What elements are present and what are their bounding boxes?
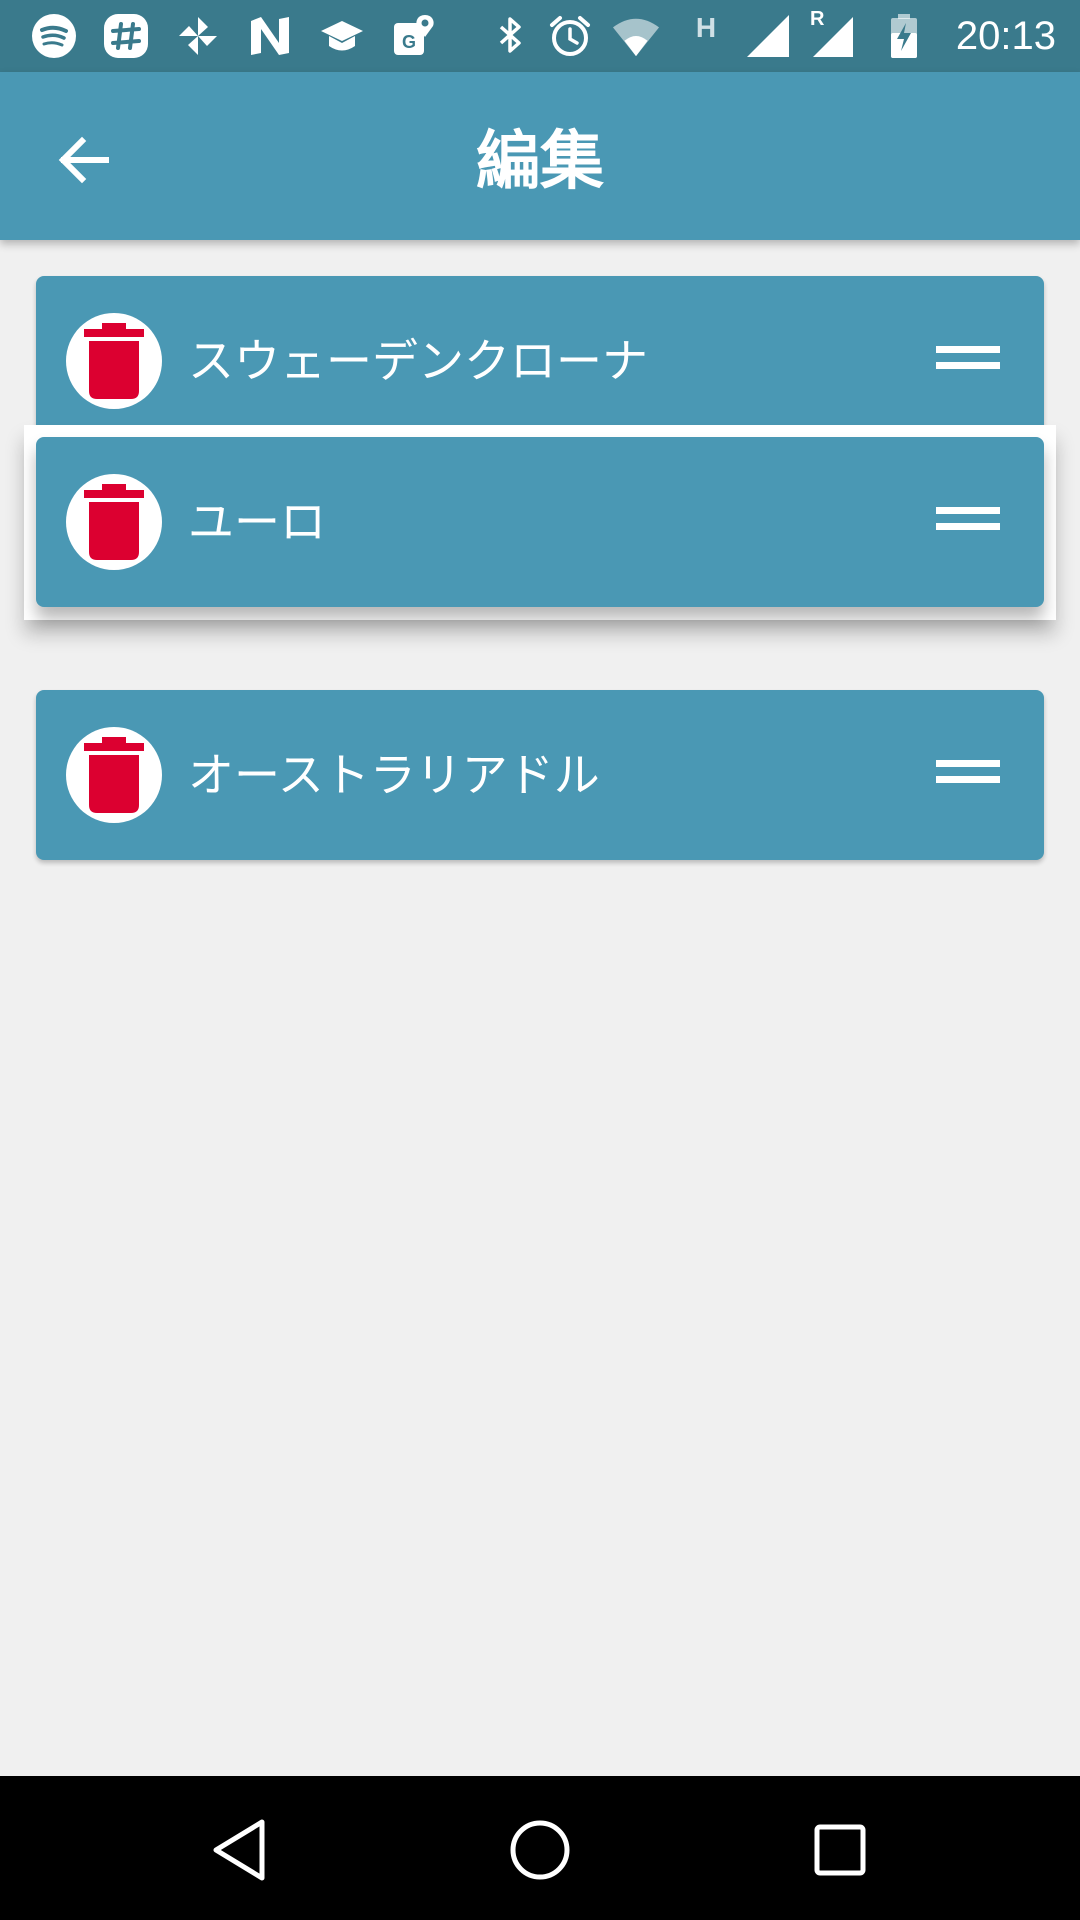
delete-button[interactable] (66, 727, 162, 823)
navigation-bar (0, 1776, 1080, 1920)
currency-name: オーストラリアドル (188, 748, 600, 802)
maps-icon: G (390, 12, 438, 60)
roaming-signal-icon: R (808, 8, 856, 60)
currency-name: ユーロ (188, 495, 326, 549)
list-item[interactable]: スウェーデンクローナ (36, 276, 1044, 446)
drag-handle-icon[interactable] (936, 760, 1000, 790)
home-circle-icon (510, 1820, 570, 1880)
app-bar: 編集 (0, 72, 1080, 240)
signal-icon (744, 12, 792, 60)
back-triangle-icon (213, 1819, 265, 1881)
h-network-icon: H (695, 12, 717, 43)
page-title: 編集 (476, 125, 604, 199)
slack-icon (102, 12, 150, 60)
svg-text:G: G (402, 32, 416, 52)
status-bar: G H R 20:13 (0, 0, 1080, 72)
nav-recents-button[interactable] (800, 1810, 880, 1890)
trash-icon (84, 737, 144, 813)
list-item[interactable]: ユーロ (36, 437, 1044, 607)
drag-handle-icon[interactable] (936, 346, 1000, 376)
graduation-cap-icon (318, 12, 366, 60)
currency-name: スウェーデンクローナ (188, 334, 648, 388)
trash-icon (84, 323, 144, 399)
battery-charging-icon (880, 12, 928, 60)
nav-back-button[interactable] (200, 1810, 280, 1890)
status-time: 20:13 (955, 14, 1056, 58)
n-app-icon (246, 12, 294, 60)
nav-home-button[interactable] (500, 1810, 580, 1890)
pinwheel-icon (174, 12, 222, 60)
spotify-icon (30, 12, 78, 60)
delete-button[interactable] (66, 474, 162, 570)
bluetooth-icon (486, 12, 534, 60)
delete-button[interactable] (66, 313, 162, 409)
recents-square-icon (814, 1824, 866, 1876)
trash-icon (84, 484, 144, 560)
alarm-icon (546, 12, 594, 60)
list-item[interactable]: オーストラリアドル (36, 690, 1044, 860)
drag-handle-icon[interactable] (936, 507, 1000, 537)
wifi-icon (612, 12, 660, 60)
